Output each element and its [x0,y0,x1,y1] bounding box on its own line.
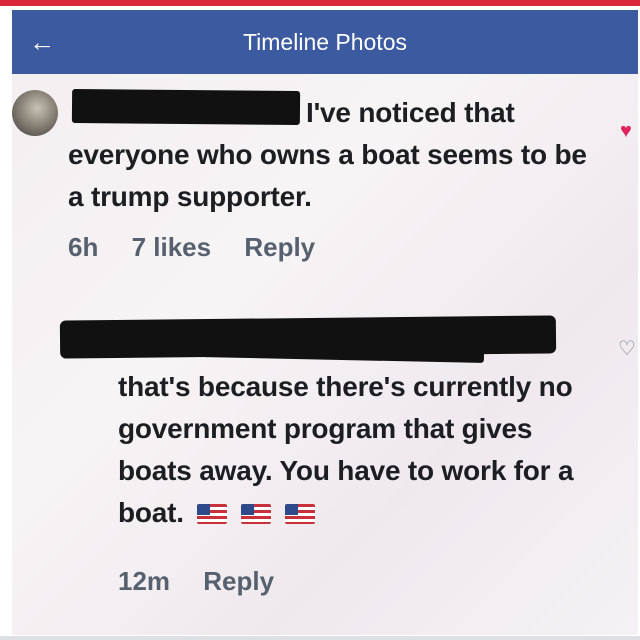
reply-button[interactable]: Reply [244,232,315,262]
comment: that's because there's currently no gove… [12,304,638,634]
comment-text: that's because there's currently no gove… [118,371,574,528]
comment-text: I've noticed that everyone who owns a bo… [68,97,587,212]
heart-filled-icon[interactable]: ♥ [620,121,638,141]
avatar[interactable] [12,90,58,136]
navigation-bar: ← Timeline Photos [12,10,638,74]
comment: I've noticed that everyone who owns a bo… [12,74,638,304]
likes-count[interactable]: 7 likes [132,232,212,262]
flag-us-icon [284,504,315,524]
flag-us-icon [241,504,272,524]
comment-meta: 6h 7 likes Reply [68,232,341,263]
screenshot-frame: ← Timeline Photos I've noticed that ever… [12,10,638,635]
top-accent-bar [0,0,640,6]
reply-button[interactable]: Reply [203,566,274,596]
bottom-divider [0,636,640,640]
comment-timestamp: 12m [118,566,171,596]
comment-meta: 12m Reply [118,566,300,597]
flag-us-icon [197,504,228,524]
comment-timestamp: 6h [68,232,99,262]
heart-outline-icon[interactable]: ♡ [618,339,636,359]
page-title: Timeline Photos [242,29,408,55]
